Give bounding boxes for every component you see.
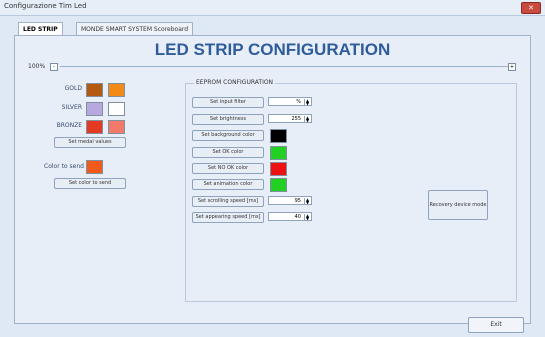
animation-color-swatch[interactable] [270, 178, 287, 192]
color-to-send-swatch[interactable] [86, 160, 103, 174]
input-filter-field[interactable]: % ▲ ▼ [268, 97, 312, 106]
appearing-speed-field[interactable]: 40 ▲ ▼ [268, 212, 312, 221]
close-button[interactable]: ✕ [521, 2, 541, 14]
exit-button[interactable]: Exit [468, 317, 524, 333]
recovery-device-mode-button[interactable]: Recovery device mode [428, 190, 488, 220]
eeprom-title: EEPROM CONFIGURATION [194, 79, 276, 86]
brightness-field[interactable]: 255 ▲ ▼ [268, 114, 312, 123]
gold-color-2-swatch[interactable] [108, 83, 125, 97]
brightness-spinner[interactable]: ▲ ▼ [304, 116, 310, 123]
input-filter-spinner[interactable]: ▲ ▼ [304, 99, 310, 106]
input-filter-value: % [296, 99, 301, 105]
set-color-to-send-button[interactable]: Set color to send [54, 178, 126, 189]
page-title: LED STRIP CONFIGURATION [154, 40, 391, 59]
set-medal-values-button[interactable]: Set medal values [54, 137, 126, 148]
no-ok-color-swatch[interactable] [270, 162, 287, 176]
zoom-minus-button[interactable]: - [50, 63, 58, 71]
zoom-slider[interactable] [60, 66, 510, 67]
set-no-ok-color-button[interactable]: Set NO OK color [192, 163, 264, 174]
zoom-level: 100% [28, 63, 46, 70]
bronze-color-1-swatch[interactable] [86, 120, 103, 134]
tab-led-strip[interactable]: LED STRIP [18, 22, 63, 36]
set-background-color-button[interactable]: Set background color [192, 130, 264, 141]
bronze-label: BRONZE [56, 122, 82, 129]
gold-label: GOLD [64, 85, 82, 92]
background-color-swatch[interactable] [270, 129, 287, 143]
set-animation-color-button[interactable]: Set animation color [192, 179, 264, 190]
window-title: Configurazione Tim Led [4, 2, 87, 10]
color-to-send-label: Color to send [44, 163, 84, 170]
gold-color-1-swatch[interactable] [86, 83, 103, 97]
zoom-plus-button[interactable]: + [508, 63, 516, 71]
silver-color-1-swatch[interactable] [86, 102, 103, 116]
set-appearing-speed-button[interactable]: Set appearing speed [ms] [192, 212, 264, 223]
scrolling-speed-field[interactable]: 95 ▲ ▼ [268, 196, 312, 205]
appearing-speed-spinner[interactable]: ▲ ▼ [304, 214, 310, 221]
set-scrolling-speed-button[interactable]: Set scrolling speed [ms] [192, 196, 264, 207]
appearing-speed-value: 40 [294, 214, 301, 220]
tab-scoreboard[interactable]: MONDE SMART SYSTEM Scoreboard [76, 22, 194, 36]
set-input-filter-button[interactable]: Set input filter [192, 97, 264, 108]
ok-color-swatch[interactable] [270, 146, 287, 160]
title-bar: Configurazione Tim Led ✕ [0, 0, 545, 16]
set-ok-color-button[interactable]: Set OK color [192, 147, 264, 158]
brightness-value: 255 [291, 116, 301, 122]
bronze-color-2-swatch[interactable] [108, 120, 125, 134]
silver-color-2-swatch[interactable] [108, 102, 125, 116]
scrolling-speed-spinner[interactable]: ▲ ▼ [304, 198, 310, 205]
scrolling-speed-value: 95 [294, 198, 301, 204]
silver-label: SILVER [61, 104, 82, 111]
set-brightness-button[interactable]: Set brightness [192, 114, 264, 125]
app-window: Configurazione Tim Led ✕ LED STRIP MONDE… [0, 0, 545, 337]
